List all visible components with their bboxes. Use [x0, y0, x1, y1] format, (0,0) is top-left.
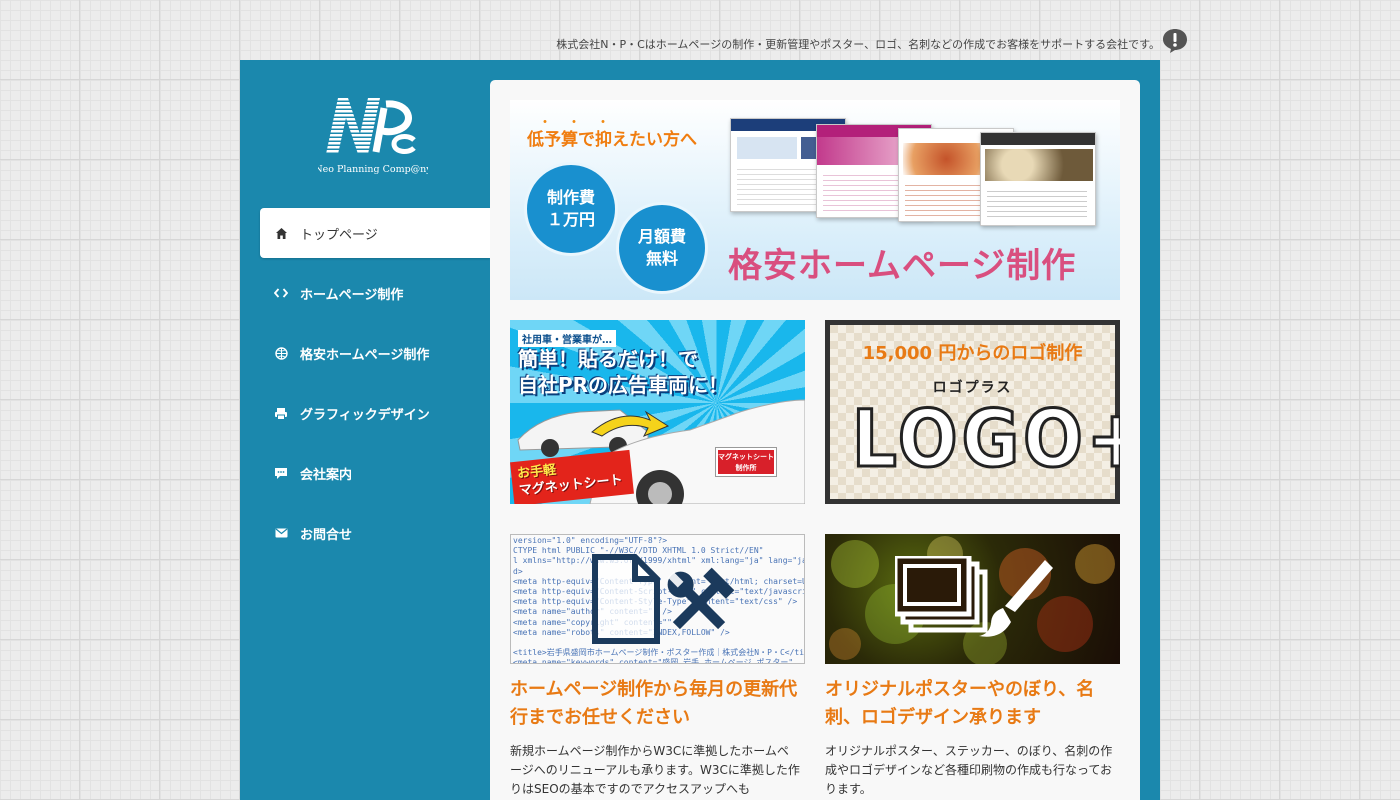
car-banner-line: 簡単！貼るだけ！で [518, 347, 698, 371]
home-icon [274, 226, 288, 240]
mail-icon [274, 526, 288, 540]
sign-line: マグネットシート [718, 453, 774, 461]
sidebar-nav: トップページ ホームページ制作 格安ホームページ制作 グラフィックデザイン 会社… [260, 208, 490, 568]
logo-design-banner[interactable]: 15,000 円からのロゴ制作 ロゴプラス LOGO+ [825, 320, 1120, 504]
code-line: <meta name="keywords" content="盛岡,岩手,ホーム… [513, 658, 794, 664]
chat-icon [274, 466, 288, 480]
nav-item-label: ホームページ制作 [300, 287, 404, 303]
magnet-sign: マグネットシート 制作所 [715, 447, 777, 477]
nav-item-graphic[interactable]: グラフィックデザイン [260, 388, 490, 438]
card-text-graphic: オリジナルポスター、ステッカー、のぼり、名刺の作成やロゴデザインなど各種印刷物の… [825, 744, 1113, 796]
homepage-service-image[interactable]: version="1.0" encoding="UTF-8"?> CTYPE ht… [510, 534, 805, 664]
nav-item-company[interactable]: 会社案内 [260, 448, 490, 498]
price-circle: 制作費 １万円 [524, 162, 618, 256]
pictures-brush-icon [895, 556, 1053, 637]
card-title-graphic[interactable]: オリジナルポスターやのぼり、名刺、ロゴデザイン承ります [825, 676, 1120, 732]
logo-banner-kana: ロゴプラス [932, 380, 1013, 396]
document-tools-icon [592, 554, 735, 644]
car-banner-small: 社用車・営業車が… [518, 330, 616, 347]
nav-item-label: グラフィックデザイン [300, 407, 430, 423]
hero-subtitle: 低予算で抑えたい方へ [527, 130, 697, 150]
circle-line: 月額費 [637, 227, 686, 247]
card-text-homepage: 新規ホームページ制作からW3Cに準拠したホームページへのリニューアルも承ります。… [510, 744, 800, 796]
nav-item-label: 格安ホームページ制作 [300, 347, 430, 363]
magnet-sheet-banner[interactable]: 社用車・営業車が… 簡単！貼るだけ！で 自社PRの広告車両に！ マグネットシート… [510, 320, 805, 504]
nav-item-label: お問合せ [300, 527, 353, 543]
exclamation-bubble-icon[interactable] [1162, 28, 1188, 54]
printer-icon [274, 406, 288, 420]
code-icon [274, 286, 288, 300]
card-title-homepage[interactable]: ホームページ制作から毎月の更新代行までお任せください [510, 676, 805, 732]
circle-line: 無料 [645, 249, 678, 268]
hero-banner-budget-homepage[interactable]: ・・・ 低予算で抑えたい方へ 制作費 １万円 月額費 無料 格安ホームページ制作 [510, 100, 1120, 300]
logo-wordmark: LOGO+ [851, 394, 1120, 487]
website-sample-thumb [980, 132, 1096, 226]
circle-line: 制作費 [546, 188, 595, 208]
monthly-fee-circle: 月額費 無料 [616, 202, 708, 294]
logo-banner-price: 15,000 円からのロゴ制作 [862, 343, 1083, 364]
graphic-service-image[interactable] [825, 534, 1120, 664]
logo-name: Neo Planning Comp@ny [318, 164, 428, 175]
nav-item-homepage[interactable]: ホームページ制作 [260, 268, 490, 318]
globe-icon [274, 346, 288, 360]
code-line: <title>岩手県盛岡市ホームページ制作・ポスター作成｜株式会社N・P・C</… [513, 648, 805, 658]
circle-line: １万円 [546, 210, 595, 229]
code-line: version="1.0" encoding="UTF-8"?> [513, 536, 668, 545]
nav-item-contact[interactable]: お問合せ [260, 508, 490, 558]
logo-banner-inner: 15,000 円からのロゴ制作 ロゴプラス LOGO+ [830, 325, 1120, 499]
sign-line: 制作所 [735, 464, 757, 472]
nav-item-label: 会社案内 [300, 467, 353, 483]
nav-item-label: トップページ [300, 227, 378, 243]
hero-title: 格安ホームページ制作 [728, 246, 1077, 286]
company-logo[interactable]: Neo Planning Comp@ny [318, 94, 428, 178]
site-tagline: 株式会社N・P・Cはホームページの制作・更新管理やポスター、ロゴ、名刺などの作成… [556, 38, 1160, 51]
nav-item-budget[interactable]: 格安ホームページ制作 [260, 328, 490, 378]
nav-item-top[interactable]: トップページ [260, 208, 490, 258]
